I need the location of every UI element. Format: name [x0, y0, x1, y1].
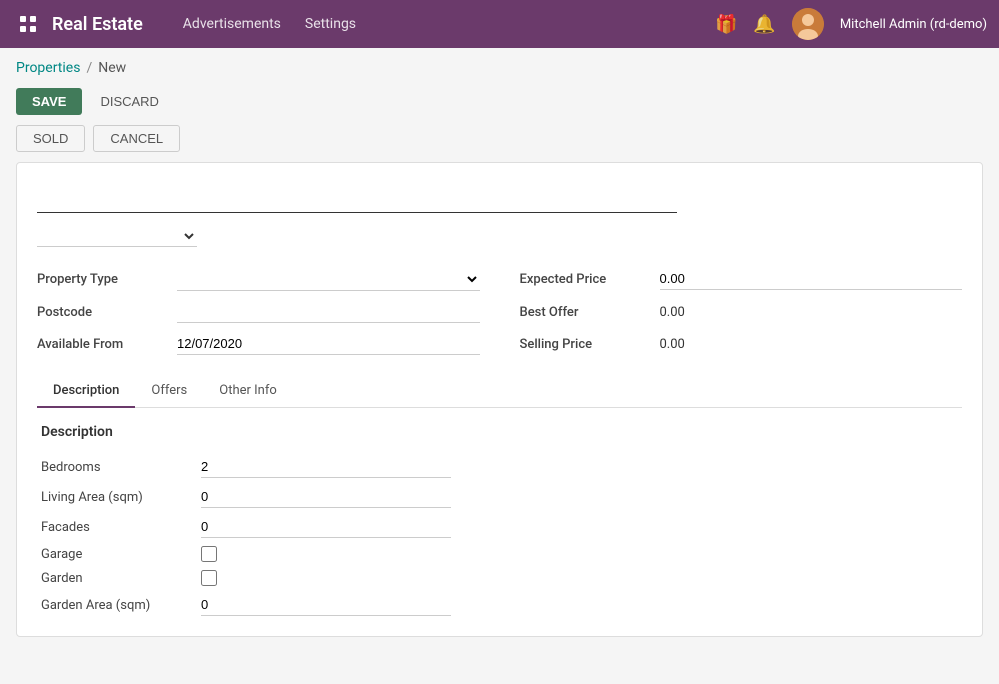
topnav-menu: Advertisements Settings: [183, 16, 715, 32]
garden-area-input[interactable]: [201, 594, 451, 616]
expected-price-label: Expected Price: [520, 272, 650, 287]
facades-input[interactable]: [201, 516, 451, 538]
best-offer-value: 0.00: [660, 305, 685, 320]
fields-grid: Property Type Expected Price Postcode Be…: [37, 267, 962, 355]
garden-area-field: Garden Area (sqm): [41, 594, 958, 616]
status-bar: SOLD CANCEL: [0, 125, 999, 162]
bell-icon[interactable]: 🔔: [753, 14, 775, 35]
available-from-label: Available From: [37, 337, 167, 352]
menu-advertisements[interactable]: Advertisements: [183, 16, 281, 32]
topnav: Real Estate Advertisements Settings 🎁 🔔 …: [0, 0, 999, 48]
postcode-input[interactable]: [177, 301, 480, 323]
tab-other-info[interactable]: Other Info: [203, 375, 293, 408]
living-area-field: Living Area (sqm): [41, 486, 958, 508]
living-area-label: Living Area (sqm): [41, 490, 191, 505]
facades-field: Facades: [41, 516, 958, 538]
avatar[interactable]: [792, 8, 824, 40]
save-button[interactable]: SAVE: [16, 88, 82, 115]
property-type-label: Property Type: [37, 272, 167, 287]
breadcrumb-current: New: [98, 60, 126, 76]
available-from-input[interactable]: [177, 333, 480, 355]
description-tab-content: Description Bedrooms Living Area (sqm) F…: [37, 424, 962, 616]
tabs: Description Offers Other Info: [37, 375, 962, 408]
garage-field: Garage: [41, 546, 958, 562]
facades-label: Facades: [41, 520, 191, 535]
bedrooms-input[interactable]: [201, 456, 451, 478]
description-fields: Bedrooms Living Area (sqm) Facades Garag…: [41, 456, 958, 616]
garden-area-label: Garden Area (sqm): [41, 598, 191, 613]
breadcrumb-parent[interactable]: Properties: [16, 60, 80, 76]
property-name-input[interactable]: [37, 183, 677, 213]
bedrooms-label: Bedrooms: [41, 460, 191, 475]
garden-field: Garden: [41, 570, 958, 586]
garage-checkbox[interactable]: [201, 546, 217, 562]
cancel-button[interactable]: CANCEL: [93, 125, 180, 152]
tag-select[interactable]: [37, 225, 197, 247]
best-offer-label: Best Offer: [520, 305, 650, 320]
postcode-label: Postcode: [37, 305, 167, 320]
property-type-select[interactable]: [177, 267, 480, 291]
toolbar: SAVE DISCARD: [0, 82, 999, 125]
available-from-field: Available From: [37, 333, 480, 355]
postcode-field: Postcode: [37, 301, 480, 323]
living-area-input[interactable]: [201, 486, 451, 508]
expected-price-field: Expected Price: [520, 267, 963, 291]
selling-price-label: Selling Price: [520, 337, 650, 352]
selling-price-value: 0.00: [660, 337, 685, 352]
property-type-field: Property Type: [37, 267, 480, 291]
garden-label: Garden: [41, 571, 191, 586]
menu-settings[interactable]: Settings: [305, 16, 356, 32]
tag-row: [37, 225, 962, 247]
gift-icon[interactable]: 🎁: [715, 14, 737, 35]
expected-price-input[interactable]: [660, 268, 963, 290]
best-offer-field: Best Offer 0.00: [520, 301, 963, 323]
discard-button[interactable]: DISCARD: [90, 88, 169, 115]
garage-label: Garage: [41, 547, 191, 562]
sold-button[interactable]: SOLD: [16, 125, 85, 152]
topnav-actions: 🎁 🔔 Mitchell Admin (rd-demo): [715, 8, 987, 40]
description-section-label: Description: [41, 424, 958, 440]
main-card: Property Type Expected Price Postcode Be…: [16, 162, 983, 637]
tab-offers[interactable]: Offers: [135, 375, 203, 408]
grid-menu-icon[interactable]: [12, 8, 44, 40]
breadcrumb-separator: /: [86, 60, 92, 76]
app-title: Real Estate: [52, 14, 143, 35]
tab-description[interactable]: Description: [37, 375, 135, 408]
garden-checkbox[interactable]: [201, 570, 217, 586]
selling-price-field: Selling Price 0.00: [520, 333, 963, 355]
bedrooms-field: Bedrooms: [41, 456, 958, 478]
user-label[interactable]: Mitchell Admin (rd-demo): [840, 17, 987, 32]
breadcrumb: Properties / New: [0, 48, 999, 82]
